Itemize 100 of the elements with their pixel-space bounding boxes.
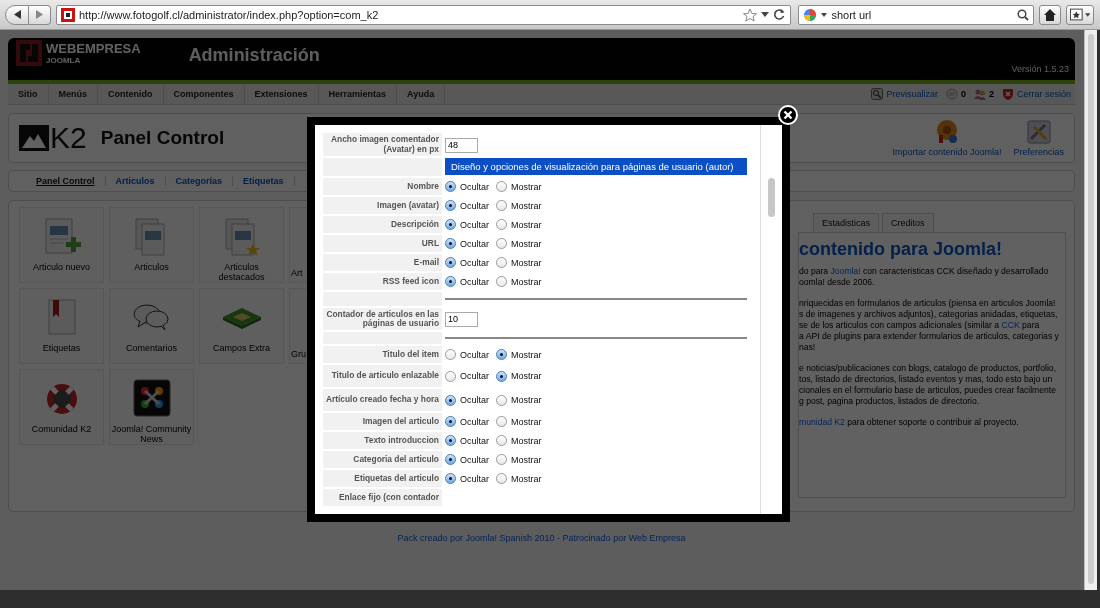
menu-item[interactable]: Sitio (8, 84, 49, 104)
submenu-tab[interactable]: Panel Control (26, 176, 106, 186)
submenu-tab[interactable]: Categorías (165, 176, 234, 186)
radio-button[interactable] (496, 238, 507, 249)
shortcut-tile[interactable]: Comunidad K2 (19, 369, 104, 445)
tile-label: Campos Extra (213, 343, 270, 353)
setting-label: Nombre (407, 180, 439, 191)
setting-label: Etiquetas del articulo (354, 472, 439, 483)
star-icon[interactable] (743, 7, 758, 22)
users-icon (973, 88, 986, 100)
radio-button[interactable] (445, 181, 456, 192)
bookmark-icon (1070, 8, 1083, 21)
text-link[interactable]: munidad K2 (799, 417, 845, 427)
dropdown-caret-icon[interactable] (761, 12, 770, 17)
status-count: 0 (960, 89, 966, 99)
text-link[interactable]: CCK (1001, 320, 1020, 330)
radio-label: Mostrar (511, 257, 542, 268)
setting-label: Artículo creado fecha y hora (325, 394, 439, 405)
radio-button[interactable] (496, 435, 507, 446)
bookmarks-button[interactable] (1066, 4, 1094, 25)
radio-button[interactable] (445, 219, 456, 230)
radio-button[interactable] (496, 257, 507, 268)
menu-item[interactable]: Extensiones (244, 84, 319, 104)
menu-item[interactable]: Contenido (98, 84, 164, 104)
radio-label: Mostrar (511, 395, 542, 405)
home-button[interactable] (1039, 4, 1061, 25)
radio-button[interactable] (496, 454, 507, 465)
paragraph: e noticias/publicaciones con blogs, catalogo de productos, portfolio, tos, listado de directorios, listado eventos y mas, todo esto bajo un cionales en el formulario base de articulos, puedes crear facilmente g post, pagina productos, listados de directorio. (799, 363, 1057, 407)
tile-label: Joomla! Community News (110, 424, 193, 444)
radio-button[interactable] (445, 257, 456, 268)
close-button[interactable] (778, 105, 798, 125)
menu-item[interactable]: Herramientas (318, 84, 398, 104)
scrollbar[interactable] (1084, 30, 1097, 590)
paragraph: do para Joomla! con caracteristicas CCK diseñado y desarrollado oomla! desde 2006. (799, 266, 1049, 288)
shortcut-tile[interactable]: Joomla! Community News (109, 369, 194, 445)
radio-label: Mostrar (511, 435, 542, 446)
setting-label: Texto introduccion (364, 434, 439, 445)
menu-item[interactable]: Componentes (163, 84, 245, 104)
radio-button[interactable] (496, 349, 507, 360)
dropdown-caret-icon[interactable] (821, 12, 828, 17)
radio-label: Ocultar (460, 416, 489, 427)
radio-button[interactable] (496, 473, 507, 484)
radio-button[interactable] (496, 181, 507, 192)
status-link[interactable]: Previsualizar (886, 89, 938, 99)
shortcut-tile[interactable]: Campos Extra (199, 288, 284, 364)
status-link[interactable]: Cerrar sesión (1016, 89, 1071, 99)
radio-button[interactable] (445, 394, 456, 406)
menu-item[interactable]: Ayuda (397, 84, 446, 104)
setting-label: Imagen (avatar) (377, 199, 439, 210)
submenu-tab[interactable]: Etiquetas (233, 176, 295, 186)
submenu-tab[interactable]: Articulos (105, 176, 166, 186)
tab[interactable]: Creditos (882, 213, 934, 232)
reload-icon[interactable] (773, 8, 787, 21)
number-field[interactable]: 48 (445, 137, 478, 153)
shortcut-tile[interactable]: Articulos destacados (199, 207, 284, 283)
radio-label: Ocultar (460, 276, 489, 287)
shortcut-tile[interactable]: Comentarios (109, 288, 194, 364)
setting-label: Ancho imagen comentador (Avatar) en px (331, 134, 439, 154)
radio-button[interactable] (496, 200, 507, 211)
toolbar-button[interactable]: Importar contenido Joomla! (892, 119, 1002, 157)
radio-button[interactable] (496, 394, 507, 406)
radio-button[interactable] (445, 349, 456, 360)
radio-button[interactable] (496, 276, 507, 287)
page-title: Administración (188, 45, 320, 66)
back-button[interactable] (5, 4, 29, 25)
radio-button[interactable] (445, 416, 456, 427)
radio-button[interactable] (496, 219, 507, 230)
brand-subtitle: JOOMLA (46, 56, 82, 65)
search-icon[interactable] (1017, 8, 1029, 21)
shortcut-tile[interactable]: Articulo nuevo (19, 207, 104, 283)
shortcut-tile[interactable]: Articulos (109, 207, 194, 283)
radio-button[interactable] (445, 454, 456, 465)
setting-label: Contador de articulos en las páginas de usuario (326, 308, 439, 328)
radio-button[interactable] (445, 370, 456, 382)
radio-label: Mostrar (511, 416, 542, 427)
radio-button[interactable] (445, 473, 456, 484)
tools-icon (1025, 119, 1052, 145)
radio-label: Ocultar (460, 371, 489, 381)
search-field[interactable]: short url (798, 4, 1034, 25)
panel-heading: contenido para Joomla! (799, 239, 1004, 260)
radio-label: Ocultar (460, 395, 489, 405)
radio-button[interactable] (445, 238, 456, 249)
tab[interactable]: Estadisticas (813, 213, 880, 232)
radio-button[interactable] (445, 200, 456, 211)
text-link[interactable]: Joomla! (830, 266, 861, 276)
back-arrow-icon (12, 9, 22, 20)
number-field[interactable]: 10 (445, 311, 478, 327)
radio-button[interactable] (445, 435, 456, 446)
tile-label: Gru (291, 349, 306, 359)
radio-button[interactable] (496, 416, 507, 427)
tile-label: Articulos destacados (217, 262, 266, 282)
setting-label: Categoria del articulo (353, 453, 439, 464)
toolbar-button[interactable]: Preferencias (1013, 119, 1064, 157)
forward-arrow-icon (34, 9, 45, 20)
radio-button[interactable] (445, 276, 456, 287)
menu-item[interactable]: Menús (48, 84, 98, 104)
radio-button[interactable] (496, 370, 507, 382)
radio-label: Mostrar (511, 276, 542, 287)
address-bar[interactable]: http://www.fotogolf.cl/administrator/index.php?option=com_k2 (56, 4, 792, 25)
shortcut-tile[interactable]: Etiquetas (19, 288, 104, 364)
